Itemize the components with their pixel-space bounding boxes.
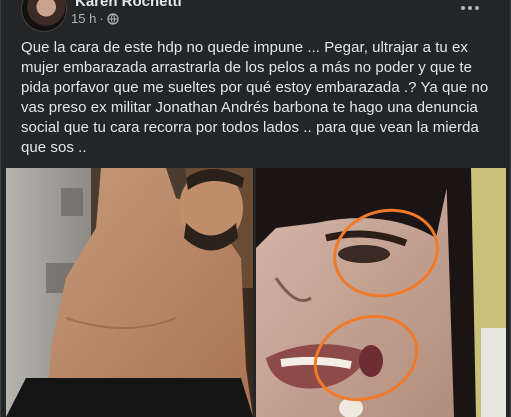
- post-timestamp[interactable]: 15 h: [71, 11, 96, 26]
- photo-grid: [6, 168, 506, 417]
- author-name[interactable]: Karen Rochetti: [75, 0, 182, 10]
- photo-injured-woman-face[interactable]: [256, 168, 506, 417]
- globe-icon[interactable]: [107, 12, 119, 25]
- post-header: Karen Rochetti 15 h ·: [1, 0, 510, 34]
- facebook-post: Karen Rochetti 15 h · Que la cara de est…: [0, 0, 511, 417]
- post-text: Que la cara de este hdp no quede impune …: [21, 39, 489, 156]
- author-avatar[interactable]: [21, 0, 67, 32]
- more-options-icon[interactable]: [454, 0, 486, 18]
- photo-shirtless-man[interactable]: [6, 168, 253, 417]
- post-meta: 15 h ·: [71, 11, 119, 26]
